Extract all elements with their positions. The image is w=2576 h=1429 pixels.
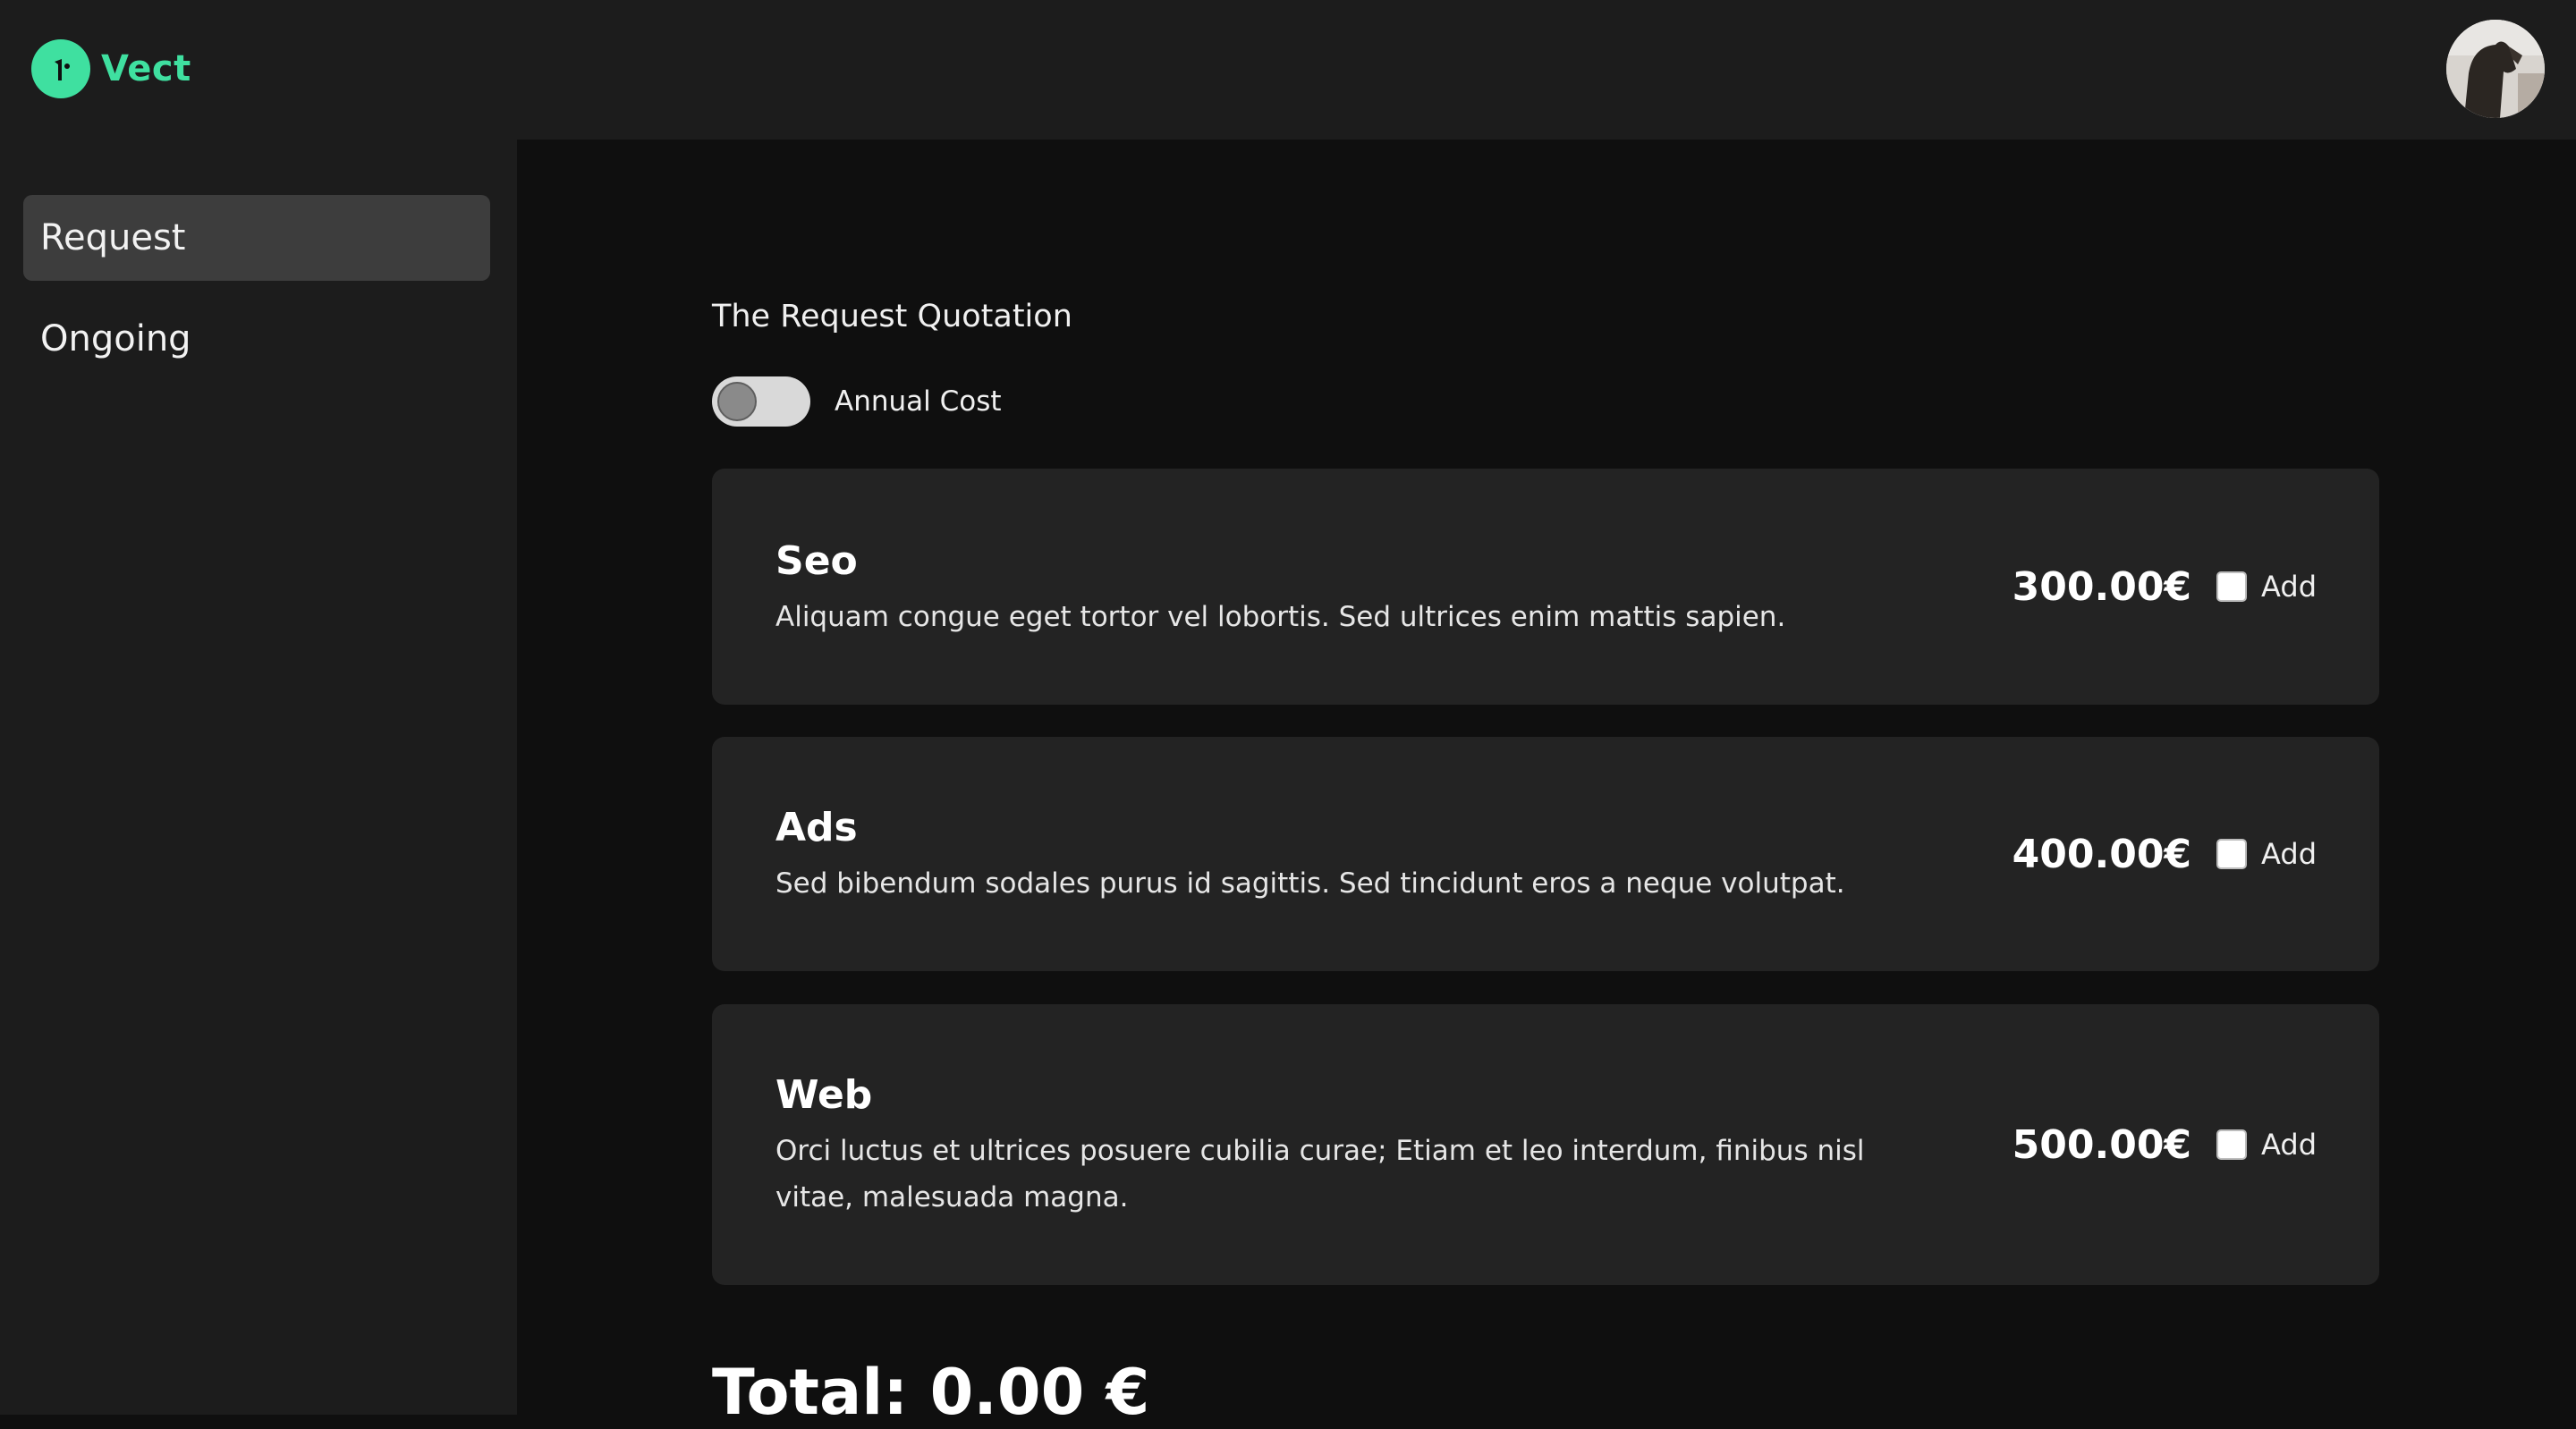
sidebar-item-request[interactable]: Request — [23, 195, 490, 281]
service-title: Seo — [775, 538, 858, 584]
toggle-knob — [717, 382, 757, 421]
total-amount: Total: 0.00 € — [712, 1356, 1150, 1429]
top-bar: Vect — [0, 0, 2576, 140]
add-label[interactable]: Add — [2261, 837, 2317, 871]
leaf-logo-icon — [31, 39, 90, 98]
service-price: 400.00€ — [2012, 831, 2192, 877]
service-title: Web — [775, 1072, 873, 1118]
brand[interactable]: Vect — [31, 39, 191, 98]
service-price-add: 500.00€ Add — [2012, 1118, 2317, 1171]
add-checkbox[interactable] — [2216, 839, 2248, 869]
sidebar-item-label: Request — [40, 217, 186, 258]
service-price: 500.00€ — [2012, 1121, 2192, 1168]
user-avatar[interactable] — [2446, 20, 2545, 118]
service-description: Orci luctus et ultrices posuere cubilia … — [775, 1135, 1865, 1213]
add-label[interactable]: Add — [2261, 1128, 2317, 1162]
brand-name: Vect — [101, 48, 191, 89]
annual-cost-label: Annual Cost — [835, 385, 1002, 418]
annual-cost-toggle-row: Annual Cost — [712, 376, 1002, 427]
add-checkbox[interactable] — [2216, 571, 2248, 602]
service-price-add: 300.00€ Add — [2012, 560, 2317, 613]
service-description: Sed bibendum sodales purus id sagittis. … — [775, 867, 1845, 900]
add-label[interactable]: Add — [2261, 570, 2317, 604]
service-card-web: Web Orci luctus et ultrices posuere cubi… — [712, 1004, 2379, 1285]
add-checkbox[interactable] — [2216, 1129, 2248, 1160]
sidebar: Request Ongoing — [0, 140, 517, 1415]
service-description: Aliquam congue eget tortor vel lobortis.… — [775, 601, 1786, 633]
sidebar-item-ongoing[interactable]: Ongoing — [23, 296, 490, 382]
annual-cost-toggle[interactable] — [712, 376, 810, 427]
service-card-seo: Seo Aliquam congue eget tortor vel lobor… — [712, 469, 2379, 705]
service-title: Ads — [775, 805, 858, 850]
sidebar-item-label: Ongoing — [40, 318, 191, 359]
service-card-ads: Ads Sed bibendum sodales purus id sagitt… — [712, 737, 2379, 971]
main-content: The Request Quotation Annual Cost Seo Al… — [517, 140, 2576, 1429]
page-title: The Request Quotation — [712, 299, 1072, 334]
service-price: 300.00€ — [2012, 563, 2192, 610]
service-price-add: 400.00€ Add — [2012, 827, 2317, 881]
